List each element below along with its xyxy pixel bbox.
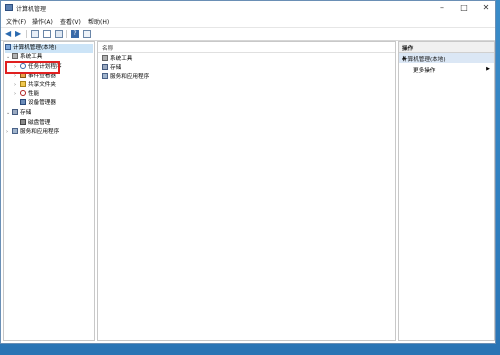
tools-icon: [102, 55, 108, 61]
toolbar-divider: [26, 30, 27, 38]
collapse-arrow-icon[interactable]: ▲: [402, 55, 490, 61]
help-icon[interactable]: ?: [71, 30, 79, 38]
services-icon: [12, 128, 18, 134]
tree-item-label: 性能: [28, 91, 40, 97]
tree-item-label: 磁盘管理: [28, 120, 51, 126]
performance-icon: [20, 90, 26, 96]
list-item-label: 存储: [110, 65, 122, 71]
storage-icon: [12, 109, 18, 115]
list-item[interactable]: 系统工具: [102, 55, 132, 64]
actions-section[interactable]: 计算机管理(本地) ▲: [399, 53, 494, 63]
close-button[interactable]: ✕: [475, 1, 497, 15]
tree-item-device-manager[interactable]: 设备管理器: [20, 99, 56, 108]
disk-icon: [20, 119, 26, 125]
menu-bar: 文件(F) 操作(A) 查看(V) 帮助(H): [1, 15, 495, 28]
tree-root-label: 计算机管理(本地): [13, 45, 57, 51]
list-item-label: 服务和应用程序: [110, 74, 150, 80]
column-header-name[interactable]: 名称: [98, 42, 395, 53]
toolbar-divider: [66, 30, 67, 38]
tree-item-label: 服务和应用程序: [20, 129, 60, 135]
show-hide-tree-icon[interactable]: [31, 30, 39, 38]
navigation-tree: 计算机管理(本地) ⌄ 系统工具 › 任务计划程序 › 事件查看器 › 共享文件夹 › 性…: [3, 41, 95, 341]
forward-arrow-icon[interactable]: ▶: [15, 30, 23, 38]
tree-item-label: 设备管理器: [28, 100, 56, 106]
red-highlight-annotation: [5, 61, 60, 74]
storage-icon: [102, 64, 108, 70]
actions-header-label: 操作: [402, 46, 414, 52]
list-item[interactable]: 存储: [102, 64, 121, 73]
folder-icon: [20, 81, 26, 87]
more-actions-item[interactable]: 更多操作: [413, 66, 435, 74]
properties-icon[interactable]: [43, 30, 51, 38]
tree-item-shared-folders[interactable]: › 共享文件夹: [14, 81, 56, 90]
tree-item-label: 共享文件夹: [28, 82, 56, 88]
device-manager-icon: [20, 99, 26, 105]
menu-view[interactable]: 查看(V): [60, 17, 81, 26]
tree-item-disk-management[interactable]: 磁盘管理: [20, 119, 50, 128]
computer-management-icon: [5, 4, 13, 11]
computer-management-window: 计算机管理 – □ ✕ 文件(F) 操作(A) 查看(V) 帮助(H) ◀ ▶ …: [0, 0, 496, 344]
tree-item-label: 存储: [20, 110, 32, 116]
title-bar: 计算机管理 – □ ✕: [1, 1, 495, 15]
toolbar: ◀ ▶ ?: [1, 28, 495, 41]
back-arrow-icon[interactable]: ◀: [5, 30, 13, 38]
actions-header: 操作: [399, 42, 494, 53]
tree-item-storage[interactable]: ⌄ 存储: [6, 109, 31, 118]
actions-pane: 操作 计算机管理(本地) ▲ 更多操作 ▶: [398, 41, 495, 341]
content-pane: 名称 系统工具 存储 服务和应用程序: [97, 41, 396, 341]
tree-item-services-apps[interactable]: › 服务和应用程序: [6, 128, 59, 137]
window-title: 计算机管理: [16, 6, 47, 13]
list-item-label: 系统工具: [110, 56, 133, 62]
minimize-button[interactable]: –: [431, 1, 453, 15]
list-item[interactable]: 服务和应用程序: [102, 73, 149, 82]
export-list-icon[interactable]: [55, 30, 63, 38]
maximize-button[interactable]: □: [453, 1, 475, 15]
menu-file[interactable]: 文件(F): [6, 17, 26, 26]
services-icon: [102, 73, 108, 79]
tools-icon: [12, 53, 18, 59]
menu-help[interactable]: 帮助(H): [88, 17, 109, 26]
column-header-label: 名称: [102, 46, 114, 52]
view-icon[interactable]: [83, 30, 91, 38]
tree-root[interactable]: 计算机管理(本地): [5, 44, 93, 53]
tree-item-performance[interactable]: › 性能: [14, 90, 39, 99]
tree-item-label: 系统工具: [20, 54, 43, 60]
submenu-arrow-icon[interactable]: ▶: [486, 66, 490, 72]
menu-action[interactable]: 操作(A): [32, 17, 53, 26]
computer-icon: [5, 44, 11, 50]
